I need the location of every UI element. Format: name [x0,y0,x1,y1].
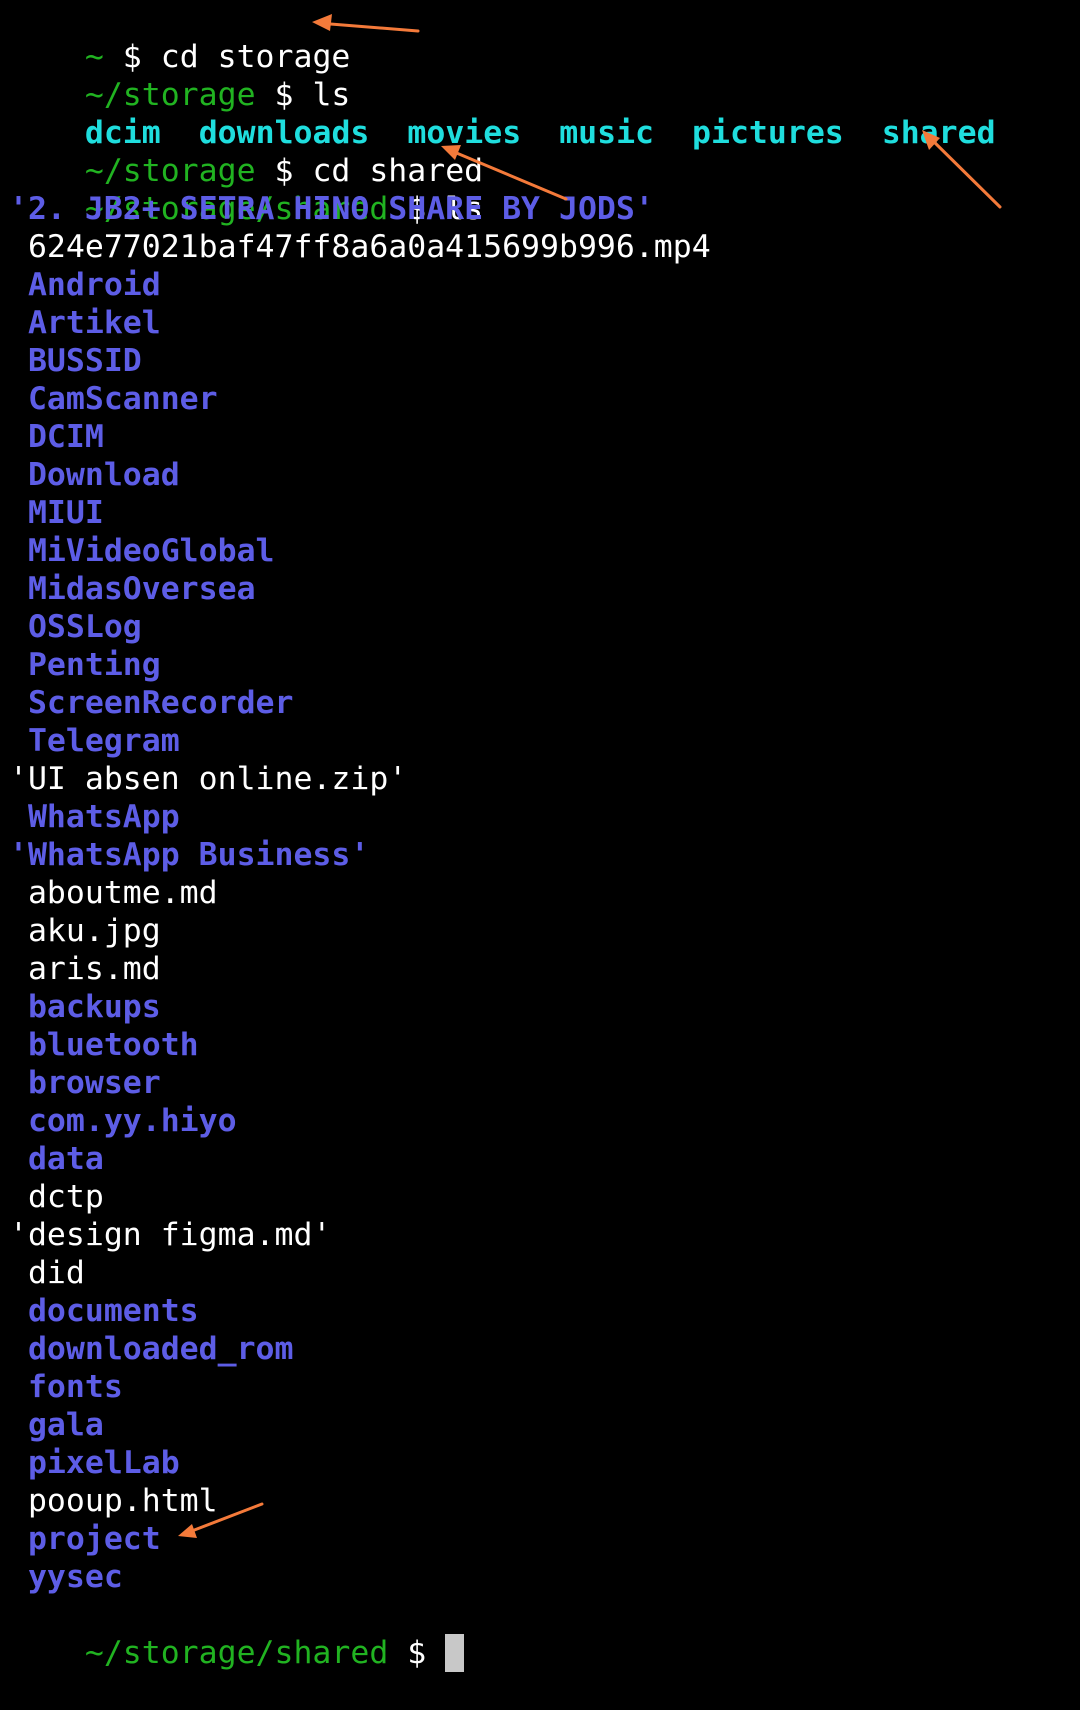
prompt-dollar: $ [274,153,294,189]
directory-entry: MidasOversea [9,571,256,607]
text-cursor[interactable] [445,1634,465,1672]
directory-entry: backups [9,989,161,1025]
file-entry: did [9,1255,85,1291]
file-entry: dctp [9,1179,104,1215]
directory-entry: CamScanner [9,381,218,417]
directory-entry: data [9,1141,104,1177]
command-line: ~ $ cd storage [9,0,1069,75]
directory-entry: browser [9,1065,161,1101]
directory-entry: project [9,1521,161,1557]
file-entry: 624e77021baf47ff8a6a0a415699b996.mp4 [9,229,711,265]
directory-entry: '2. JB2+ SETRA HINO SHARE BY JODS' [9,191,654,227]
directory-entry: Artikel [9,305,161,341]
directory-entry: pixelLab [9,1445,180,1481]
storage-dir-music: music [559,115,655,151]
directory-entry: 'WhatsApp Business' [9,837,370,873]
directory-entry: OSSLog [9,609,142,645]
storage-dir-shared: shared [881,115,996,151]
prompt-path: ~/storage/shared [84,1635,389,1671]
directory-entry: downloaded_rom [9,1331,294,1367]
file-entry: aris.md [9,951,161,987]
current-prompt-line[interactable]: ~/storage/shared $ [9,1596,1069,1672]
terminal-output[interactable]: ~ $ cd storage ~/storage $ ls dcim downlo… [9,0,1069,1672]
file-entry: aku.jpg [9,913,161,949]
file-entry: pooup.html [9,1483,218,1519]
prompt-dollar: $ [122,39,142,75]
file-entry: aboutme.md [9,875,218,911]
prompt-path: ~/storage [84,77,256,113]
directory-entry: Download [9,457,180,493]
directory-entry: MIUI [9,495,104,531]
directory-entry: DCIM [9,419,104,455]
file-entry: 'design figma.md' [9,1217,332,1253]
directory-entry: yysec [9,1559,123,1595]
prompt-dollar: $ [274,77,294,113]
prompt-dollar: $ [407,1635,427,1671]
storage-dir-movies: movies [407,115,522,151]
command-text: ls [312,77,351,113]
file-entry: 'UI absen online.zip' [9,761,408,797]
directory-entry: documents [9,1293,199,1329]
command-text: cd storage [160,39,351,75]
directory-entry: BUSSID [9,343,142,379]
directory-entry: WhatsApp [9,799,180,835]
storage-dir-downloads: downloads [198,115,370,151]
directory-entry: ScreenRecorder [9,685,294,721]
directory-entry: bluetooth [9,1027,199,1063]
directory-entry: Telegram [9,723,180,759]
directory-entry: gala [9,1407,104,1443]
storage-dir-pictures: pictures [692,115,844,151]
directory-entry: MiVideoGlobal [9,533,275,569]
shared-listing: '2. JB2+ SETRA HINO SHARE BY JODS' 624e7… [9,190,1069,1596]
directory-entry: Penting [9,647,161,683]
prompt-path: ~ [84,39,104,75]
directory-entry: Android [9,267,161,303]
directory-entry: fonts [9,1369,123,1405]
directory-entry: com.yy.hiyo [9,1103,237,1139]
storage-dir-dcim: dcim [84,115,161,151]
prompt-path: ~/storage [84,153,256,189]
command-text: cd shared [312,153,484,189]
